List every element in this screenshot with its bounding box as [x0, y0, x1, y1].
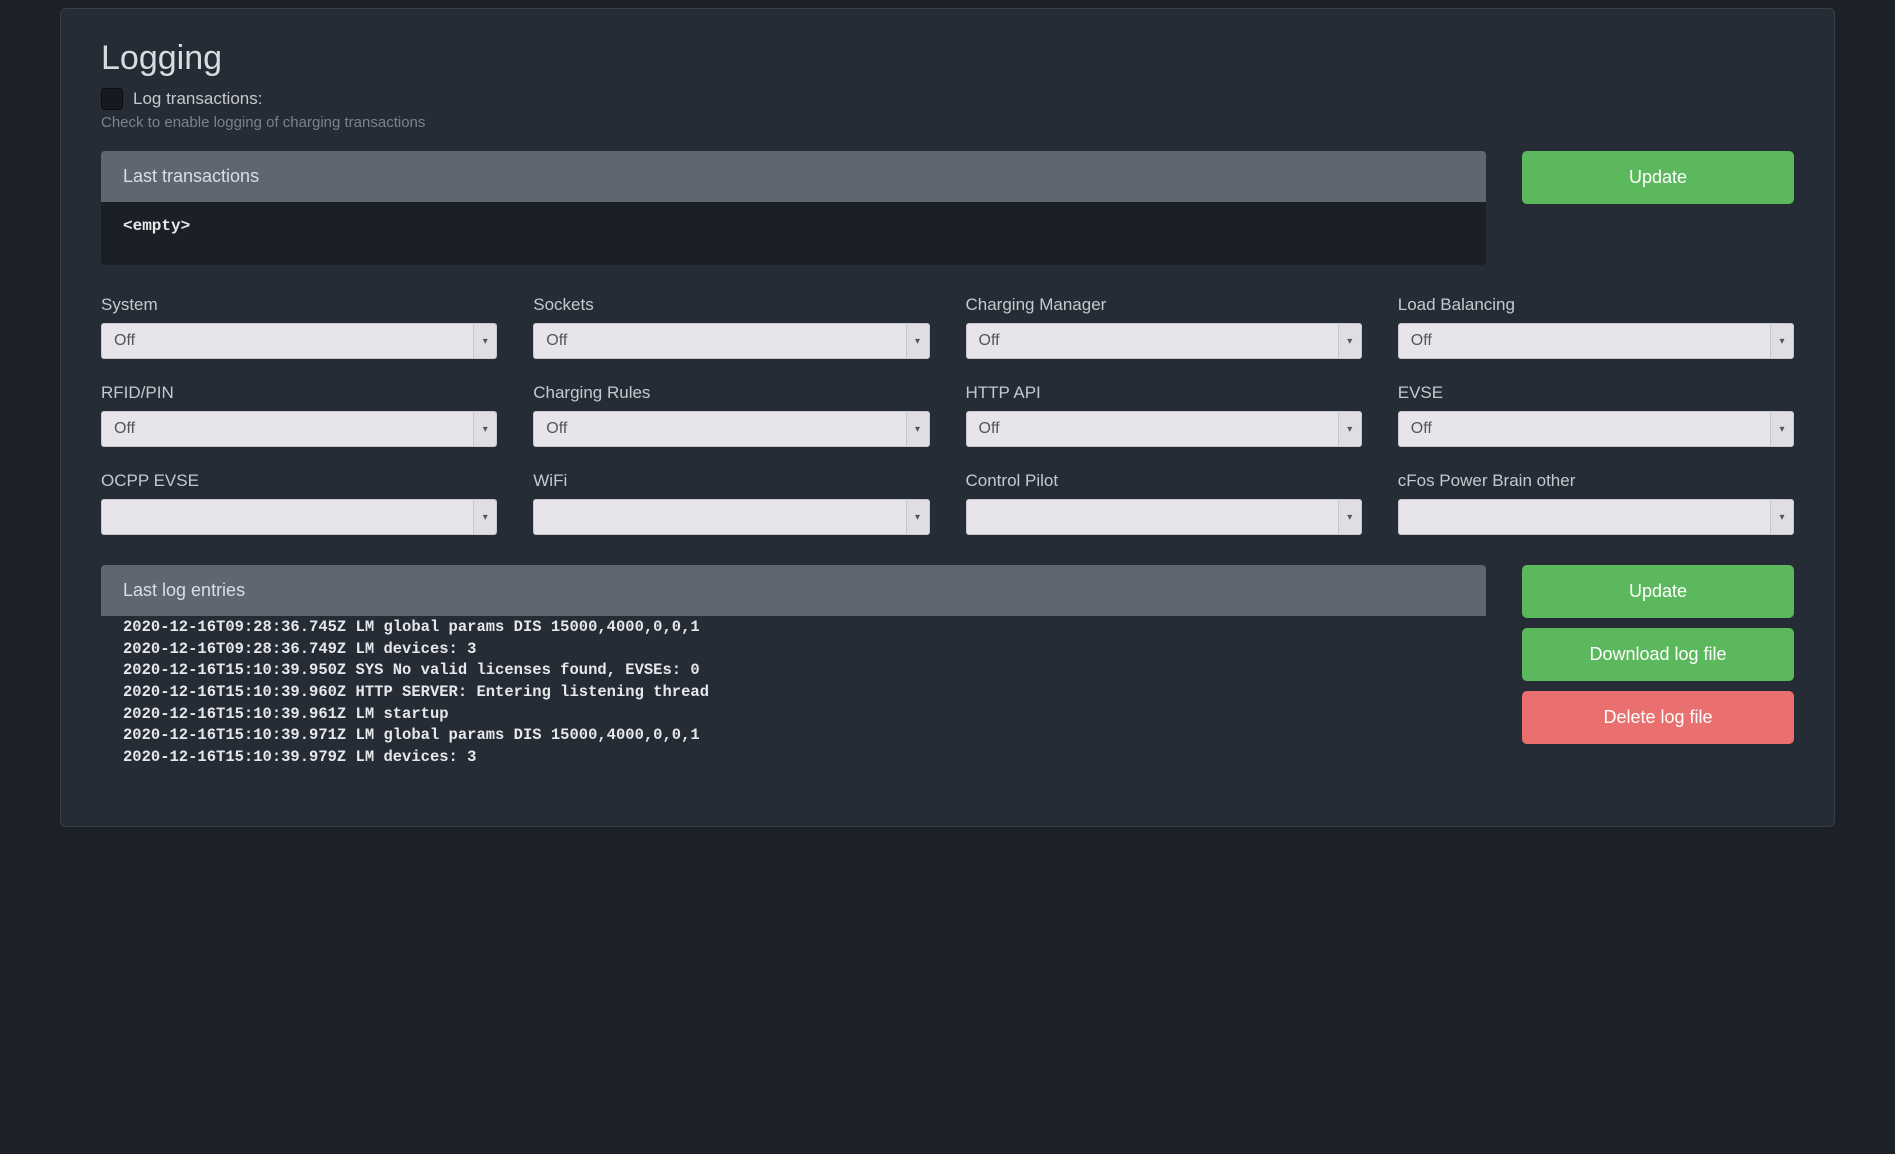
select-cell-9: WiFi ▾: [533, 471, 929, 535]
page-title: Logging: [101, 39, 1794, 78]
select-value[interactable]: [533, 499, 905, 535]
select-label: EVSE: [1398, 383, 1794, 403]
update-transactions-button[interactable]: Update: [1522, 151, 1794, 204]
select-cell-1: Sockets Off▾: [533, 295, 929, 359]
select-cell-6: HTTP API Off▾: [966, 383, 1362, 447]
select-cell-5: Charging Rules Off▾: [533, 383, 929, 447]
chevron-down-icon[interactable]: ▾: [1770, 323, 1794, 359]
chevron-down-icon[interactable]: ▾: [906, 499, 930, 535]
chevron-down-icon[interactable]: ▾: [1338, 499, 1362, 535]
select-value[interactable]: [966, 499, 1338, 535]
download-log-button[interactable]: Download log file: [1522, 628, 1794, 681]
select-value[interactable]: [1398, 499, 1770, 535]
select-label: Load Balancing: [1398, 295, 1794, 315]
select-cell-0: System Off▾: [101, 295, 497, 359]
log-level-selects: SystemOff▾SocketsOff▾Charging ManagerOff…: [101, 295, 1794, 535]
select-label: OCPP EVSE: [101, 471, 497, 491]
select-cell-3: Load Balancing Off▾: [1398, 295, 1794, 359]
last-log-body[interactable]: 2020-12-16T09:28:36.745Z LM global param…: [101, 616, 1486, 766]
chevron-down-icon[interactable]: ▾: [1338, 323, 1362, 359]
select-control[interactable]: ▾: [101, 499, 497, 535]
chevron-down-icon[interactable]: ▾: [473, 323, 497, 359]
chevron-down-icon[interactable]: ▾: [473, 499, 497, 535]
log-transactions-row: Log transactions:: [101, 88, 1794, 110]
log-transactions-help: Check to enable logging of charging tran…: [101, 114, 1794, 131]
select-label: Sockets: [533, 295, 929, 315]
logging-page: Logging Log transactions: Check to enabl…: [60, 8, 1835, 827]
select-cell-2: Charging Manager Off▾: [966, 295, 1362, 359]
select-value[interactable]: Off: [1398, 323, 1770, 359]
select-label: RFID/PIN: [101, 383, 497, 403]
select-control[interactable]: Off▾: [533, 323, 929, 359]
select-label: WiFi: [533, 471, 929, 491]
update-log-button[interactable]: Update: [1522, 565, 1794, 618]
select-cell-4: RFID/PIN Off▾: [101, 383, 497, 447]
select-label: HTTP API: [966, 383, 1362, 403]
last-transactions-header: Last transactions: [101, 151, 1486, 202]
last-transactions-body: <empty>: [101, 202, 1486, 265]
select-control[interactable]: Off▾: [533, 411, 929, 447]
select-value[interactable]: Off: [533, 411, 905, 447]
select-control[interactable]: Off▾: [101, 323, 497, 359]
select-control[interactable]: ▾: [966, 499, 1362, 535]
select-control[interactable]: Off▾: [1398, 411, 1794, 447]
select-cell-10: Control Pilot ▾: [966, 471, 1362, 535]
select-control[interactable]: Off▾: [966, 411, 1362, 447]
last-log-header: Last log entries: [101, 565, 1486, 616]
select-cell-11: cFos Power Brain other ▾: [1398, 471, 1794, 535]
select-value[interactable]: Off: [1398, 411, 1770, 447]
delete-log-button[interactable]: Delete log file: [1522, 691, 1794, 744]
select-control[interactable]: Off▾: [1398, 323, 1794, 359]
select-label: Control Pilot: [966, 471, 1362, 491]
chevron-down-icon[interactable]: ▾: [1770, 411, 1794, 447]
last-log-content: 2020-12-16T09:28:36.745Z LM global param…: [123, 617, 1464, 766]
chevron-down-icon[interactable]: ▾: [906, 411, 930, 447]
chevron-down-icon[interactable]: ▾: [906, 323, 930, 359]
select-value[interactable]: Off: [101, 323, 473, 359]
select-value[interactable]: Off: [533, 323, 905, 359]
chevron-down-icon[interactable]: ▾: [1338, 411, 1362, 447]
select-control[interactable]: ▾: [533, 499, 929, 535]
select-cell-8: OCPP EVSE ▾: [101, 471, 497, 535]
select-value[interactable]: Off: [101, 411, 473, 447]
log-transactions-label: Log transactions:: [133, 89, 262, 109]
select-label: cFos Power Brain other: [1398, 471, 1794, 491]
last-transactions-content: <empty>: [123, 217, 190, 235]
select-value[interactable]: [101, 499, 473, 535]
select-control[interactable]: Off▾: [966, 323, 1362, 359]
select-cell-7: EVSE Off▾: [1398, 383, 1794, 447]
select-control[interactable]: ▾: [1398, 499, 1794, 535]
select-value[interactable]: Off: [966, 411, 1338, 447]
select-label: System: [101, 295, 497, 315]
chevron-down-icon[interactable]: ▾: [1770, 499, 1794, 535]
log-transactions-checkbox[interactable]: [101, 88, 123, 110]
select-value[interactable]: Off: [966, 323, 1338, 359]
select-label: Charging Manager: [966, 295, 1362, 315]
select-label: Charging Rules: [533, 383, 929, 403]
select-control[interactable]: Off▾: [101, 411, 497, 447]
chevron-down-icon[interactable]: ▾: [473, 411, 497, 447]
